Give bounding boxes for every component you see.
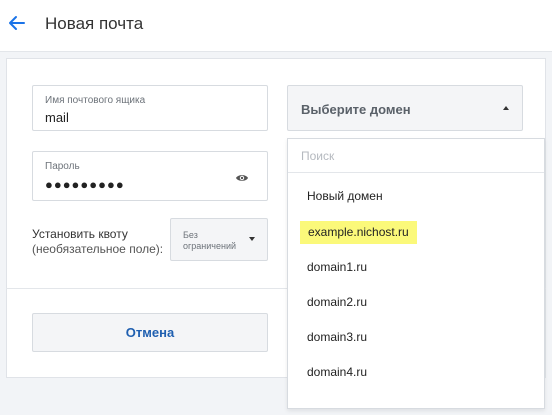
password-value[interactable]: ●●●●●●●●● <box>45 177 125 192</box>
quota-select-value: Без ограничений <box>183 230 236 252</box>
password-label: Пароль <box>45 161 80 172</box>
quota-label-title: Установить квоту <box>32 227 128 241</box>
domain-select[interactable]: Выберите домен <box>287 85 523 131</box>
chevron-up-icon <box>503 106 509 110</box>
domain-option[interactable]: domain1.ru <box>307 260 367 274</box>
domain-option[interactable]: domain4.ru <box>307 365 367 379</box>
domain-option-highlighted[interactable]: example.nichost.ru <box>300 221 417 244</box>
domain-option[interactable]: domain2.ru <box>307 295 367 309</box>
domain-select-placeholder: Выберите домен <box>301 102 411 117</box>
chevron-down-icon <box>249 237 255 241</box>
show-password-button[interactable] <box>235 170 249 181</box>
domain-option-new[interactable]: Новый домен <box>307 189 383 203</box>
quota-value-line1: Без <box>183 230 198 240</box>
cancel-button[interactable]: Отмена <box>32 313 268 352</box>
quota-select[interactable]: Без ограничений <box>170 218 268 261</box>
quota-value-line2: ограничений <box>183 241 237 251</box>
mailbox-name-field[interactable]: Имя почтового ящика mail <box>32 85 268 131</box>
eye-icon <box>236 175 248 181</box>
mailbox-name-value[interactable]: mail <box>45 110 69 125</box>
domain-option[interactable]: domain3.ru <box>307 330 367 344</box>
top-bar: Новая почта <box>0 0 552 52</box>
arrow-left-icon <box>9 16 25 30</box>
domain-search-input[interactable] <box>288 139 544 172</box>
password-field[interactable]: Пароль ●●●●●●●●● <box>32 151 268 201</box>
quota-label-hint: (необязательное поле): <box>32 242 164 256</box>
back-button[interactable] <box>7 12 27 34</box>
page-title: Новая почта <box>45 14 144 33</box>
mailbox-name-label: Имя почтового ящика <box>45 95 146 106</box>
domain-dropdown: Новый домен example.nichost.ru domain1.r… <box>287 138 545 409</box>
quota-label: Установить квоту (необязательное поле): <box>32 227 163 257</box>
domain-search-box <box>288 139 544 173</box>
